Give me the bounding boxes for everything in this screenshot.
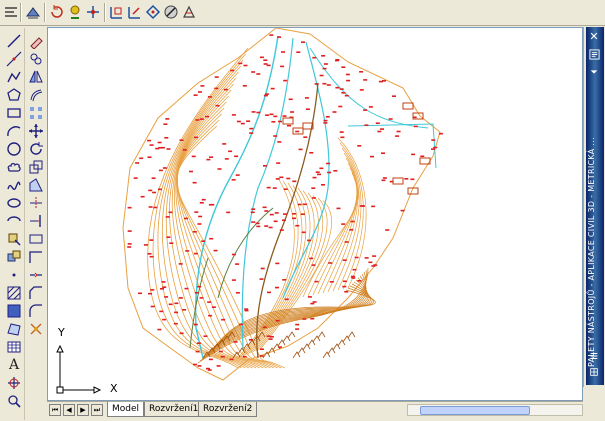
insert-block-icon[interactable] xyxy=(5,230,23,248)
offset-icon[interactable] xyxy=(27,86,45,104)
layer-properties-icon[interactable] xyxy=(2,3,20,21)
ucs-origin-icon[interactable] xyxy=(162,3,180,21)
palette-title: PALETY NÁSTROJŮ - APLIKACE CIVIL 3D - ME… xyxy=(587,137,596,367)
layer-state-icon[interactable] xyxy=(24,3,42,21)
text-tool-label: A xyxy=(8,357,20,373)
polyline-icon[interactable] xyxy=(5,68,23,86)
multiline-text-icon[interactable]: A xyxy=(5,356,23,374)
stretch-icon[interactable] xyxy=(27,176,45,194)
line-icon[interactable] xyxy=(5,32,23,50)
join-icon[interactable] xyxy=(27,266,45,284)
ucs-x-label: X xyxy=(110,382,118,395)
modify-toolbar xyxy=(25,28,47,338)
scrollbar-thumb[interactable] xyxy=(420,406,530,415)
ucs-world-icon[interactable] xyxy=(108,3,126,21)
prev-icon: ◀ xyxy=(66,406,72,414)
construction-line-icon[interactable] xyxy=(5,50,23,68)
autocad-window: A Y X ⏮ ◀ ▶ ⏭ Model Rozvržení1 Rozvržení… xyxy=(0,0,605,421)
rotate-icon[interactable] xyxy=(27,140,45,158)
region-icon[interactable] xyxy=(5,320,23,338)
last-tab-button[interactable]: ⏭ xyxy=(91,404,103,416)
palette-list-icon[interactable] xyxy=(587,349,601,363)
make-block-icon[interactable] xyxy=(5,248,23,266)
polygon-icon[interactable] xyxy=(5,86,23,104)
array-icon[interactable] xyxy=(27,104,45,122)
ucs-origin-icon[interactable] xyxy=(180,3,198,21)
top-toolbar xyxy=(0,0,605,26)
palette-grid-icon[interactable] xyxy=(587,365,601,379)
fillet-icon[interactable] xyxy=(27,302,45,320)
first-tab-button[interactable]: ⏮ xyxy=(49,404,61,416)
survey-drawing xyxy=(122,28,443,381)
properties-icon[interactable] xyxy=(587,47,601,61)
table-icon[interactable] xyxy=(5,338,23,356)
extend-icon[interactable] xyxy=(27,212,45,230)
tab-layout2[interactable]: Rozvržení2 xyxy=(198,402,258,417)
tool-palette: ✕ PALETY NÁSTROJŮ - APLIKACE CIVIL 3D - … xyxy=(583,27,605,387)
ucs-previous-icon[interactable] xyxy=(126,3,144,21)
point-icon[interactable] xyxy=(5,266,23,284)
ucs-y-label: Y xyxy=(58,326,65,339)
trim-icon[interactable] xyxy=(27,194,45,212)
zoom-icon[interactable] xyxy=(5,392,23,410)
ellipse-icon[interactable] xyxy=(5,194,23,212)
chamfer-icon[interactable] xyxy=(27,284,45,302)
rectangle-icon[interactable] xyxy=(5,104,23,122)
drawing-canvas[interactable]: Y X xyxy=(47,27,583,401)
draw-toolbar: A xyxy=(3,28,25,420)
undo-layer-icon[interactable] xyxy=(48,3,66,21)
last-icon: ⏭ xyxy=(93,405,101,414)
hatch-icon[interactable] xyxy=(5,284,23,302)
move-icon[interactable] xyxy=(27,122,45,140)
layer-isolate-icon[interactable] xyxy=(66,3,84,21)
layer-off-icon[interactable] xyxy=(84,3,102,21)
first-icon: ⏮ xyxy=(51,405,59,414)
layout-tab-bar: ⏮ ◀ ▶ ⏭ Model Rozvržení1 Rozvržení2 xyxy=(47,401,583,418)
prev-tab-button[interactable]: ◀ xyxy=(63,404,75,416)
add-selected-icon[interactable] xyxy=(5,374,23,392)
tab-layout1[interactable]: Rozvržení1 xyxy=(144,402,204,417)
next-icon: ▶ xyxy=(80,406,86,414)
arc-icon[interactable] xyxy=(5,122,23,140)
gradient-icon[interactable] xyxy=(5,302,23,320)
chevron-down-icon[interactable] xyxy=(587,65,601,79)
mirror-icon[interactable] xyxy=(27,68,45,86)
horizontal-scrollbar[interactable] xyxy=(407,404,583,416)
close-icon[interactable]: ✕ xyxy=(587,29,601,43)
ellipse-arc-icon[interactable] xyxy=(5,212,23,230)
break-icon[interactable] xyxy=(27,248,45,266)
spline-icon[interactable] xyxy=(5,176,23,194)
tab-model[interactable]: Model xyxy=(107,402,145,417)
erase-icon[interactable] xyxy=(27,32,45,50)
circle-icon[interactable] xyxy=(5,140,23,158)
scale-icon[interactable] xyxy=(27,158,45,176)
break-at-point-icon[interactable] xyxy=(27,230,45,248)
copy-icon[interactable] xyxy=(27,50,45,68)
explode-icon[interactable] xyxy=(27,320,45,338)
next-tab-button[interactable]: ▶ xyxy=(77,404,89,416)
ucs-object-icon[interactable] xyxy=(144,3,162,21)
revision-cloud-icon[interactable] xyxy=(5,158,23,176)
